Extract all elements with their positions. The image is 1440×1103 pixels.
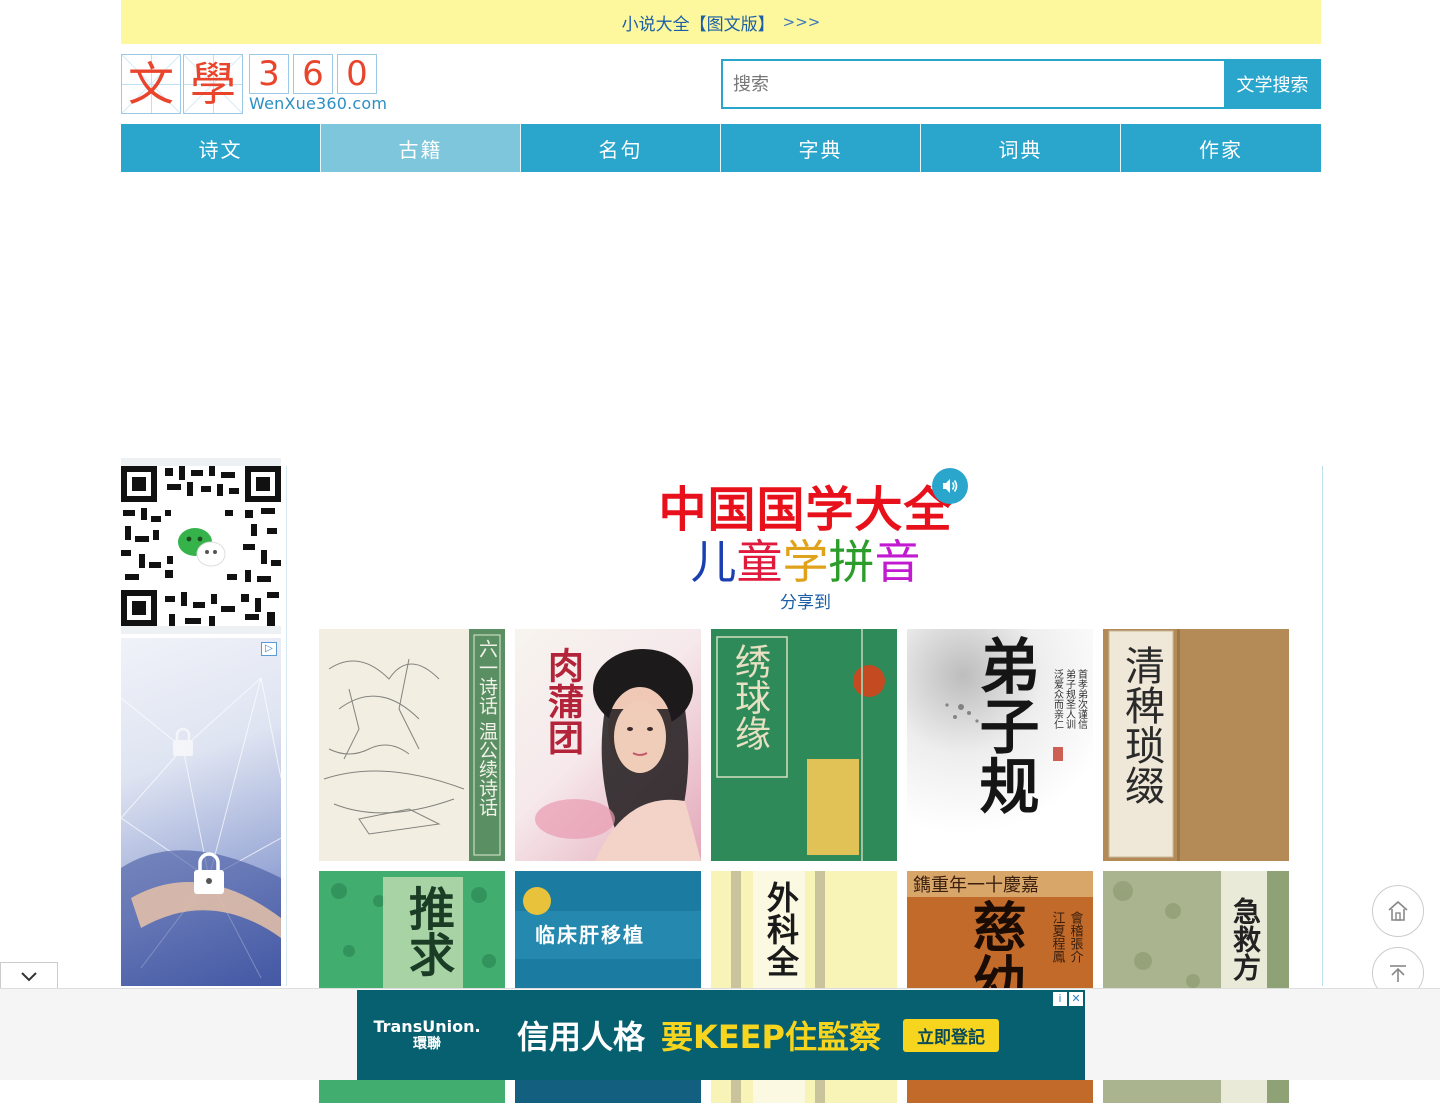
novel-link[interactable]: 小说大全【图文版】: [622, 10, 775, 35]
book-cover-liuyi-shihua[interactable]: 六一诗话 温公续诗话: [319, 629, 505, 861]
search-input[interactable]: [721, 59, 1224, 109]
back-to-top-icon: [1390, 965, 1406, 982]
logo-char-2: 學: [183, 54, 243, 114]
book-title: 肉蒲团: [542, 647, 584, 755]
ad-controls: i ✕: [1053, 992, 1083, 1006]
nav-item-quotes[interactable]: 名句: [521, 124, 721, 172]
book-title: 弟子规: [969, 635, 1039, 815]
home-button[interactable]: [1372, 885, 1424, 937]
logo-digit-3: 0: [337, 54, 377, 94]
subtitle-char: 拼: [828, 535, 875, 589]
search-box: 文学搜索: [721, 59, 1321, 109]
home-icon: [1388, 900, 1408, 921]
ad-brand-zh: 環聯: [413, 1036, 441, 1053]
share-link[interactable]: 分享到: [287, 588, 1324, 613]
book-title: 六一诗话 温公续诗话: [476, 639, 498, 817]
top-banner[interactable]: 小说大全【图文版】 >>>: [121, 0, 1321, 44]
arrows: >>>: [782, 13, 821, 31]
nav-item-poetry[interactable]: 诗文: [121, 124, 321, 172]
logo-digit-2: 6: [293, 54, 333, 94]
ad-brand: TransUnion. 環聯: [357, 1017, 497, 1053]
book-title: 外科全: [762, 881, 800, 977]
sidebar-advertisement[interactable]: ▷: [121, 638, 281, 986]
book-title: 清稗琐缀: [1118, 645, 1164, 805]
book-title: 绣球缘: [729, 643, 770, 751]
lock-icon: [173, 727, 193, 756]
book-cover-dizi-gui[interactable]: 泛爱众而亲仁 弟子规圣人训 首孝弟次谨信 弟子规: [907, 629, 1093, 861]
svg-text:首孝弟次谨信: 首孝弟次谨信: [1076, 668, 1088, 730]
logo-digit-1: 3: [249, 54, 289, 94]
bottom-advertisement[interactable]: TransUnion. 環聯 信用人格 要KEEP住監察 立即登記 i ✕: [357, 990, 1085, 1080]
main-nav: 诗文 古籍 名句 字典 词典 作家: [121, 124, 1321, 172]
nav-item-dictionary[interactable]: 字典: [721, 124, 921, 172]
ad-register-button[interactable]: 立即登記: [903, 1018, 999, 1052]
book-title: 推求: [402, 885, 456, 977]
subtitle[interactable]: 儿童学拼音: [287, 526, 1324, 592]
ad-info-icon[interactable]: i: [1053, 992, 1067, 1006]
adchoices-icon[interactable]: ▷: [261, 642, 277, 656]
site-logo[interactable]: 文 學 3 6 0 WenXue360.com: [121, 54, 387, 114]
sidebar: ▷: [121, 458, 281, 986]
nav-item-classics[interactable]: 古籍: [321, 124, 521, 172]
book-cover-xiuqiu-yuan[interactable]: 绣球缘: [711, 629, 897, 861]
book-title: 急救方: [1229, 897, 1262, 981]
nav-item-lexicon[interactable]: 词典: [921, 124, 1121, 172]
svg-text:泛爱众而亲仁: 泛爱众而亲仁: [1052, 669, 1064, 729]
ad-slogan: 信用人格: [517, 1018, 646, 1056]
svg-text:會稽張介: 會稽張介: [1068, 911, 1084, 963]
subtitle-char: 儿: [690, 535, 737, 589]
book-cover-roupu-tuan[interactable]: 肉蒲团: [515, 629, 701, 861]
ad-slogan-highlight: 要KEEP住監察: [661, 1018, 881, 1056]
nav-item-authors[interactable]: 作家: [1121, 124, 1321, 172]
wechat-qr-code: [121, 458, 281, 634]
svg-text:江夏程鳳: 江夏程鳳: [1050, 911, 1066, 963]
svg-text:弟子规圣人训: 弟子规圣人训: [1064, 669, 1076, 730]
subtitle-char: 学: [782, 535, 829, 589]
svg-text:鐫重年一十慶嘉: 鐫重年一十慶嘉: [913, 875, 1039, 896]
chevron-down-icon: [21, 971, 37, 981]
collapse-ad-button[interactable]: [0, 962, 58, 988]
ad-close-icon[interactable]: ✕: [1069, 992, 1083, 1006]
ad-brand-en: TransUnion.: [373, 1017, 481, 1036]
book-cover-qingbai-suozhui[interactable]: 清稗琐缀: [1103, 629, 1289, 861]
book-title: 临床肝移植: [535, 923, 645, 947]
security-ad-graphic: [121, 677, 281, 986]
logo-domain: WenXue360.com: [249, 94, 388, 113]
main-content: 中国国学大全 儿童学拼音 分享到 六一诗话 温公续诗话 肉蒲团 绣球缘 泛爱众而…: [286, 466, 1324, 1103]
qr-code-icon: [121, 466, 281, 626]
speaker-icon[interactable]: [932, 468, 968, 504]
subtitle-char: 童: [736, 535, 783, 589]
search-button[interactable]: 文学搜索: [1224, 59, 1321, 109]
subtitle-char: 音: [874, 535, 921, 589]
logo-char-1: 文: [121, 54, 181, 114]
